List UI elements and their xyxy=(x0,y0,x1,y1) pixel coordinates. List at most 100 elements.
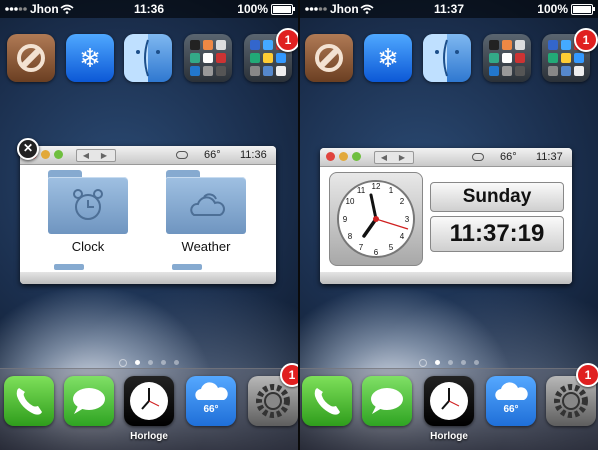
svg-text:2: 2 xyxy=(400,197,405,206)
weather-folder[interactable] xyxy=(166,170,246,234)
zoom-light-icon[interactable] xyxy=(54,150,63,159)
dock: Horloge 66° 1 xyxy=(0,363,298,450)
svg-text:10: 10 xyxy=(346,197,355,206)
snowflake-app-icon[interactable]: ❄ xyxy=(66,34,114,82)
finder-app-icon[interactable] xyxy=(124,34,172,82)
dock-label-clock: Horloge xyxy=(430,431,468,442)
notification-badge: 1 xyxy=(276,28,298,52)
weather-icon xyxy=(495,382,528,400)
widget-title-bar: ◀ ▶ 66° 11:36 xyxy=(20,146,276,165)
phone-app[interactable] xyxy=(302,376,352,426)
weather-app[interactable]: 66° xyxy=(486,376,536,426)
right-home-screen: Jhon 11:37 100% ❄ 1 ◀ ▶ 66° 11:37 12 1 2… xyxy=(300,0,598,450)
app-folder-1[interactable] xyxy=(483,34,531,82)
svg-text:1: 1 xyxy=(389,186,394,195)
battery-icon xyxy=(571,4,595,15)
cydia-app-icon[interactable] xyxy=(305,34,353,82)
phone-icon xyxy=(16,388,42,415)
dock: Horloge 66° 1 xyxy=(300,363,598,450)
notification-badge: 1 xyxy=(574,28,598,52)
battery-percent: 100% xyxy=(537,2,568,16)
messages-app[interactable] xyxy=(64,376,114,426)
cydia-icon xyxy=(315,44,343,72)
alarm-clock-icon xyxy=(73,189,103,220)
folder-peek xyxy=(54,264,84,270)
screenshot-pair: Jhon 11:36 100% ❄ 1 ◀ ▶ 66° 11:36 Clock … xyxy=(0,0,598,450)
left-home-screen: Jhon 11:36 100% ❄ 1 ◀ ▶ 66° 11:36 Clock … xyxy=(0,0,298,450)
clock-app[interactable] xyxy=(124,376,174,426)
svg-text:9: 9 xyxy=(343,215,348,224)
close-widget-button[interactable]: ✕ xyxy=(17,138,39,160)
page-dot[interactable] xyxy=(474,360,479,366)
cloud-icon xyxy=(176,151,188,159)
app-folder-1[interactable] xyxy=(184,34,232,82)
messages-icon xyxy=(73,388,105,414)
page-indicator xyxy=(300,354,598,367)
page-dot[interactable] xyxy=(161,360,166,366)
battery-icon xyxy=(271,4,295,15)
cydia-app-icon[interactable] xyxy=(7,34,55,82)
snowflake-icon: ❄ xyxy=(377,42,399,73)
cloud-sun-icon xyxy=(190,193,225,216)
clock-app[interactable] xyxy=(424,376,474,426)
status-bar: Jhon 11:37 100% xyxy=(300,0,598,18)
back-arrow-icon[interactable]: ◀ xyxy=(77,150,95,161)
battery-percent: 100% xyxy=(237,2,268,16)
clock-icon xyxy=(130,382,168,420)
back-arrow-icon[interactable]: ◀ xyxy=(375,152,393,163)
nav-buttons: ◀ ▶ xyxy=(374,151,414,164)
search-page-icon[interactable] xyxy=(119,358,127,367)
digital-time-display: 11:37:19 xyxy=(430,216,564,252)
svg-text:3: 3 xyxy=(405,215,410,224)
page-dot[interactable] xyxy=(174,360,179,366)
minimize-light-icon[interactable] xyxy=(41,150,50,159)
forward-arrow-icon[interactable]: ▶ xyxy=(393,152,411,163)
svg-text:12: 12 xyxy=(372,182,381,191)
widget-title-bar: ◀ ▶ 66° 11:37 xyxy=(320,148,572,167)
close-icon: ✕ xyxy=(22,141,34,155)
weather-app[interactable]: 66° xyxy=(186,376,236,426)
page-dot[interactable] xyxy=(448,360,453,366)
folder-peek xyxy=(172,264,202,270)
status-bar: Jhon 11:36 100% xyxy=(0,0,298,18)
search-page-icon[interactable] xyxy=(419,358,427,367)
zoom-light-icon[interactable] xyxy=(352,152,361,161)
widget-time: 11:37 xyxy=(536,151,563,163)
widget-temperature: 66° xyxy=(500,151,517,163)
widget-time: 11:36 xyxy=(240,149,267,161)
cloud-icon xyxy=(472,153,484,161)
page-dot[interactable] xyxy=(435,360,440,366)
svg-text:4: 4 xyxy=(400,232,405,241)
svg-text:11: 11 xyxy=(357,186,366,195)
folder-icon xyxy=(489,40,525,76)
phone-icon xyxy=(314,388,340,415)
svg-text:8: 8 xyxy=(348,232,353,241)
minimize-light-icon[interactable] xyxy=(339,152,348,161)
snowflake-app-icon[interactable]: ❄ xyxy=(364,34,412,82)
page-indicator xyxy=(0,354,298,367)
finder-app-icon[interactable] xyxy=(423,34,471,82)
messages-icon xyxy=(371,388,403,414)
clock-folder[interactable] xyxy=(48,170,128,234)
page-dot[interactable] xyxy=(148,360,153,366)
dock-weather-temp: 66° xyxy=(503,404,519,415)
finder-icon xyxy=(124,34,160,82)
dock-weather-temp: 66° xyxy=(203,404,219,415)
nav-buttons: ◀ ▶ xyxy=(76,149,116,162)
widget-temperature: 66° xyxy=(204,149,221,161)
folder-icon xyxy=(190,40,226,76)
folder-label-weather: Weather xyxy=(181,239,231,254)
phone-app[interactable] xyxy=(4,376,54,426)
widget-bottom-edge xyxy=(320,272,572,284)
svg-text:5: 5 xyxy=(389,243,394,252)
settings-badge: 1 xyxy=(280,363,298,387)
day-display: Sunday xyxy=(430,182,564,212)
widget-bottom-edge xyxy=(20,272,276,284)
page-dot[interactable] xyxy=(135,360,140,366)
page-dot[interactable] xyxy=(461,360,466,366)
forward-arrow-icon[interactable]: ▶ xyxy=(95,150,113,161)
settings-badge: 1 xyxy=(576,363,598,387)
close-light-icon[interactable] xyxy=(326,152,335,161)
widget-window: ◀ ▶ 66° 11:36 Clock Weather xyxy=(20,146,276,284)
messages-app[interactable] xyxy=(362,376,412,426)
